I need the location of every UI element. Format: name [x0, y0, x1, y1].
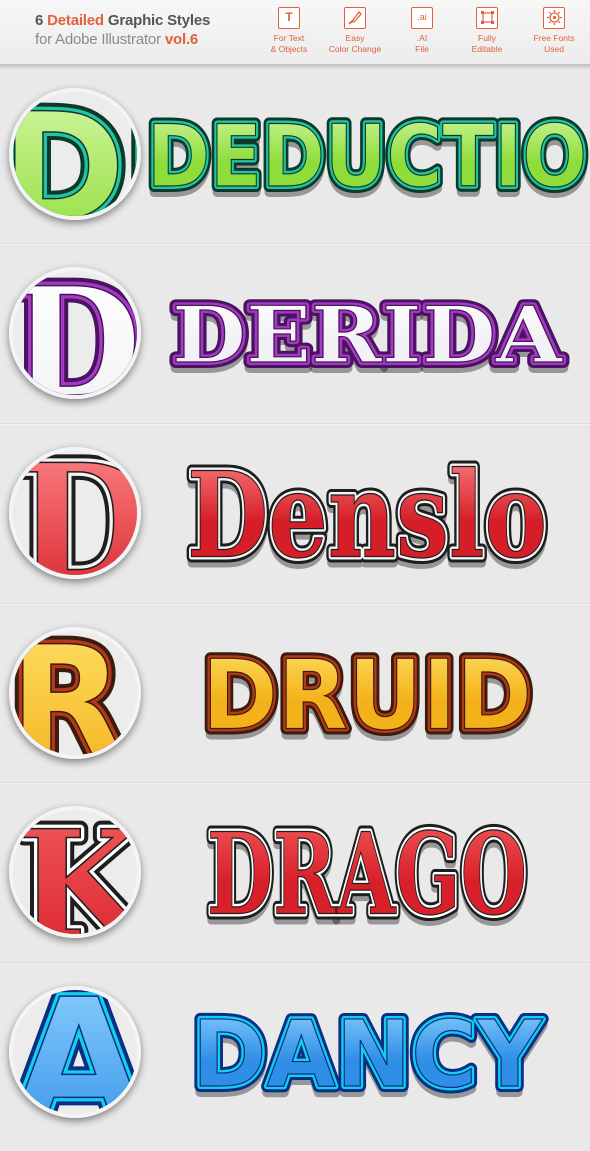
- feature-text-objects: T For Text & Objects: [258, 7, 320, 55]
- circle-letters-text: D: [15, 451, 137, 575]
- feature-editable: Fully Editable: [456, 7, 518, 55]
- ai-file-icon: .ai: [411, 7, 433, 29]
- style-preview-circle: DDD: [9, 267, 141, 399]
- circle-letters-text: K: [17, 810, 137, 934]
- title-number: 6: [35, 12, 44, 29]
- title-accent: Detailed: [47, 12, 104, 29]
- feature-label: Easy Color Change: [328, 33, 382, 54]
- feature-label: Free Fonts Used: [533, 33, 575, 54]
- style-preview-circle: KKK: [9, 806, 141, 938]
- style-row-6: AAA DANCY DANCY DANCY DANCY: [0, 964, 590, 1142]
- style-row-3: DDD DensloDensloDensloDenslo: [0, 425, 590, 603]
- title-rest: Graphic Styles: [107, 12, 211, 29]
- style-word: DRUID DRUID DRUID DRUID: [145, 605, 590, 783]
- header: 6 Detailed Graphic Styles for Adobe Illu…: [0, 0, 590, 64]
- feature-label: For Text & Objects: [270, 33, 308, 54]
- style-preview-circle: DDD: [9, 447, 141, 579]
- editable-icon: [476, 7, 498, 29]
- page-title: 6 Detailed Graphic Styles: [35, 12, 210, 29]
- style-row-5: KKK DRAGO DRAGO DRAGO DRAGO: [0, 784, 590, 962]
- feature-label: Fully Editable: [471, 33, 503, 54]
- page-subtitle: for Adobe Illustrator vol.6: [35, 31, 198, 48]
- style-preview-circle: RRR: [9, 627, 141, 759]
- subtitle-text: for Adobe Illustrator: [35, 31, 161, 48]
- style-word: DEDUCTIO DEDUCTIO DEDUCTIO DEDUCTIO: [145, 66, 590, 244]
- style-row-1: DEDEDE DEDUCTIODEDUCTIODEDUCTIODEDUCTIO: [0, 66, 590, 244]
- feature-free-fonts: Free Fonts Used: [523, 7, 585, 55]
- feature-color-change: Easy Color Change: [324, 7, 386, 55]
- style-word-text: DRUID: [202, 640, 532, 752]
- circle-letters-text: A: [13, 990, 137, 1114]
- feature-ai-file: .ai .AI File: [391, 7, 453, 55]
- style-word-text: DANCY: [192, 1001, 543, 1108]
- style-word: Denslo Denslo Denslo Denslo: [145, 425, 590, 603]
- style-word-text: DEDUCTIO: [147, 107, 587, 207]
- volume-label: vol.6: [164, 31, 199, 48]
- fonts-icon: [543, 7, 565, 29]
- style-preview-circle: AAA: [9, 986, 141, 1118]
- circle-letters-text: D: [13, 271, 137, 395]
- style-word-text: Denslo: [187, 445, 547, 584]
- style-word-text: DRAGO: [207, 809, 527, 940]
- style-preview-circle: DEDEDE: [9, 88, 141, 220]
- style-word-text: DERIDA: [172, 290, 564, 381]
- style-word: DERIDA DERIDA DERIDA DERIDA: [145, 245, 590, 423]
- feature-label: .AI File: [415, 33, 429, 54]
- style-row-2: DDD DERIDA DERIDA DERIDA DERIDA: [0, 245, 590, 423]
- brush-icon: [344, 7, 366, 29]
- circle-letters-text: DE: [13, 92, 137, 216]
- style-word: DRAGO DRAGO DRAGO DRAGO: [145, 784, 590, 962]
- text-icon: T: [278, 7, 300, 29]
- style-row-4: RRR DRUID DRUID DRUID DRUID: [0, 605, 590, 783]
- circle-letters-text: R: [13, 631, 125, 755]
- style-word: DANCY DANCY DANCY DANCY: [145, 964, 590, 1142]
